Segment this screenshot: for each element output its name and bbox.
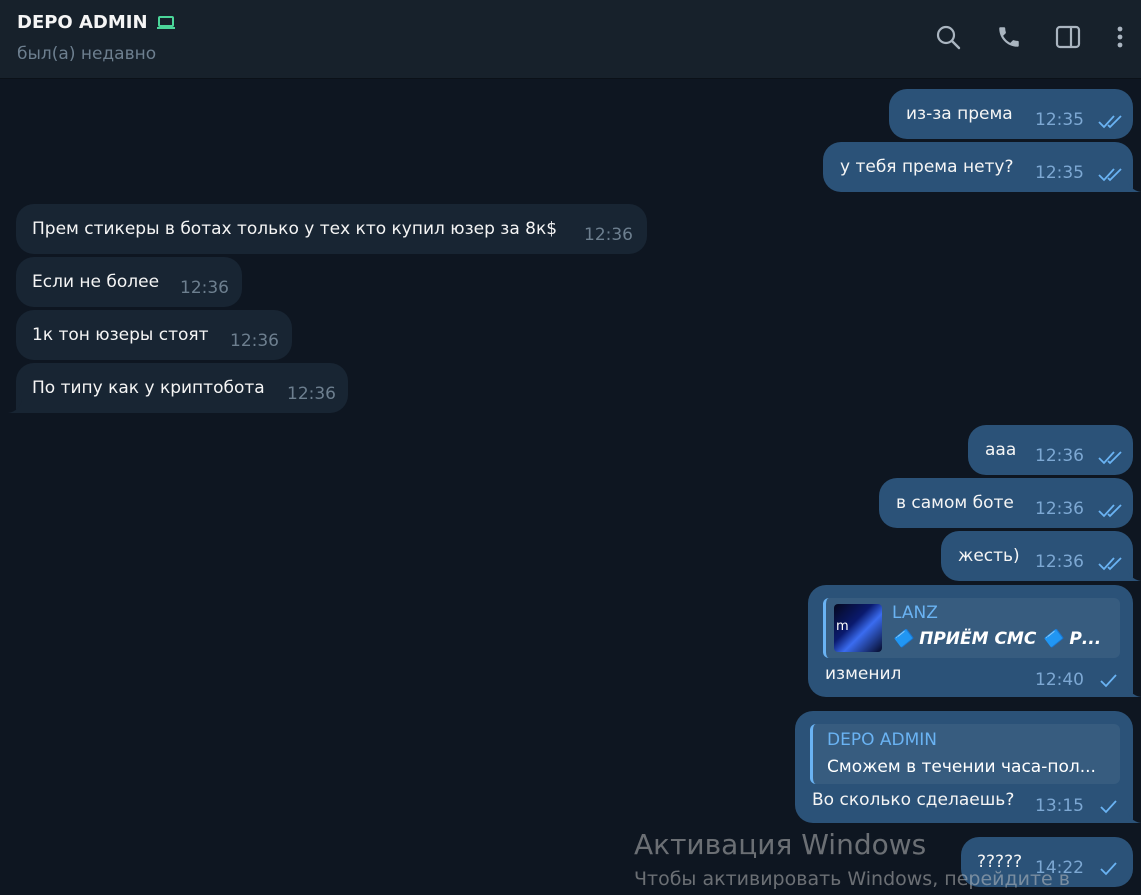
message-bubble-outgoing[interactable]: из-за према 12:35 <box>889 89 1133 139</box>
chat-title[interactable]: DEPO ADMIN <box>17 12 176 33</box>
message-time: 12:36 <box>1035 446 1084 466</box>
thumbnail-text: m <box>836 619 849 634</box>
message-time: 13:15 <box>1035 796 1084 816</box>
message-bubble-incoming[interactable]: 1к тон юзеры стоят 12:36 <box>16 310 292 360</box>
message-time: 12:36 <box>584 225 633 245</box>
reply-text: 🔷 ПРИЁМ СМС 🔷 Р... <box>892 629 1102 649</box>
message-text: Прем стикеры в ботах только у тех кто ку… <box>32 219 558 239</box>
bubble-tail <box>1127 809 1141 823</box>
bubble-tail <box>1127 567 1141 581</box>
message-text: ааа <box>985 440 1017 460</box>
message-bubble-outgoing[interactable]: ааа 12:36 <box>968 425 1133 475</box>
sidebar-toggle-icon[interactable] <box>1053 22 1083 52</box>
reply-text: Сможем в течении часа-пол... <box>827 757 1096 777</box>
message-text: изменил <box>825 664 902 684</box>
double-check-icon <box>1098 115 1122 129</box>
message-time: 12:36 <box>230 331 279 351</box>
double-check-icon <box>1098 557 1122 571</box>
message-bubble-outgoing[interactable]: в самом боте 12:36 <box>879 478 1133 528</box>
search-icon[interactable] <box>933 22 963 52</box>
message-text: Во сколько сделаешь? <box>812 790 1015 810</box>
single-check-icon <box>1100 800 1117 814</box>
phone-icon[interactable] <box>994 22 1024 52</box>
double-check-icon <box>1098 168 1122 182</box>
message-text: у тебя према нету? <box>840 157 1014 177</box>
message-time: 12:36 <box>287 384 336 404</box>
chat-name[interactable]: DEPO ADMIN <box>17 12 148 33</box>
message-text: из-за према <box>906 104 1013 124</box>
message-bubble-outgoing[interactable]: у тебя према нету? 12:35 <box>823 142 1141 192</box>
message-bubble-incoming[interactable]: По типу как у криптобота 12:36 <box>8 363 348 413</box>
message-text: Если не более <box>32 272 160 292</box>
message-text: 1к тон юзеры стоят <box>32 325 209 345</box>
message-bubble-outgoing[interactable]: жесть) 12:36 <box>941 531 1141 581</box>
chat-status: был(а) недавно <box>17 44 157 64</box>
double-check-icon <box>1098 451 1122 465</box>
message-bubble-incoming[interactable]: Прем стикеры в ботах только у тех кто ку… <box>16 204 647 254</box>
double-check-icon <box>1098 504 1122 518</box>
more-vert-icon[interactable] <box>1105 22 1135 52</box>
message-time: 12:36 <box>1035 552 1084 572</box>
reply-preview[interactable]: m LANZ 🔷 ПРИЁМ СМС 🔷 Р... <box>823 598 1120 658</box>
message-time: 12:36 <box>180 278 229 298</box>
reply-author: DEPO ADMIN <box>827 730 937 750</box>
message-bubble-incoming[interactable]: Если не более 12:36 <box>16 257 242 307</box>
message-time: 12:35 <box>1035 110 1084 130</box>
windows-activation-subtitle: Чтобы активировать Windows, перейдите в <box>634 868 1070 890</box>
single-check-icon <box>1100 862 1117 876</box>
bubble-tail <box>1127 683 1141 697</box>
laptop-icon <box>156 15 176 31</box>
chat-header: DEPO ADMIN был(а) недавно <box>0 0 1141 79</box>
message-time: 12:36 <box>1035 499 1084 519</box>
reply-preview[interactable]: DEPO ADMIN Сможем в течении часа-пол... <box>810 724 1120 784</box>
windows-activation-title: Активация Windows <box>634 828 927 861</box>
message-bubble-outgoing[interactable]: DEPO ADMIN Сможем в течении часа-пол... … <box>795 711 1141 823</box>
single-check-icon <box>1100 674 1117 688</box>
message-bubble-outgoing[interactable]: m LANZ 🔷 ПРИЁМ СМС 🔷 Р... изменил 12:40 <box>808 585 1141 697</box>
message-time: 12:40 <box>1035 670 1084 690</box>
bubble-tail <box>8 399 22 413</box>
bubble-tail <box>1127 178 1141 192</box>
reply-thumbnail: m <box>834 604 882 652</box>
message-text: в самом боте <box>896 493 1014 513</box>
reply-author: LANZ <box>892 603 938 623</box>
message-time: 12:35 <box>1035 163 1084 183</box>
message-text: жесть) <box>958 546 1020 566</box>
message-text: По типу как у криптобота <box>32 378 265 398</box>
